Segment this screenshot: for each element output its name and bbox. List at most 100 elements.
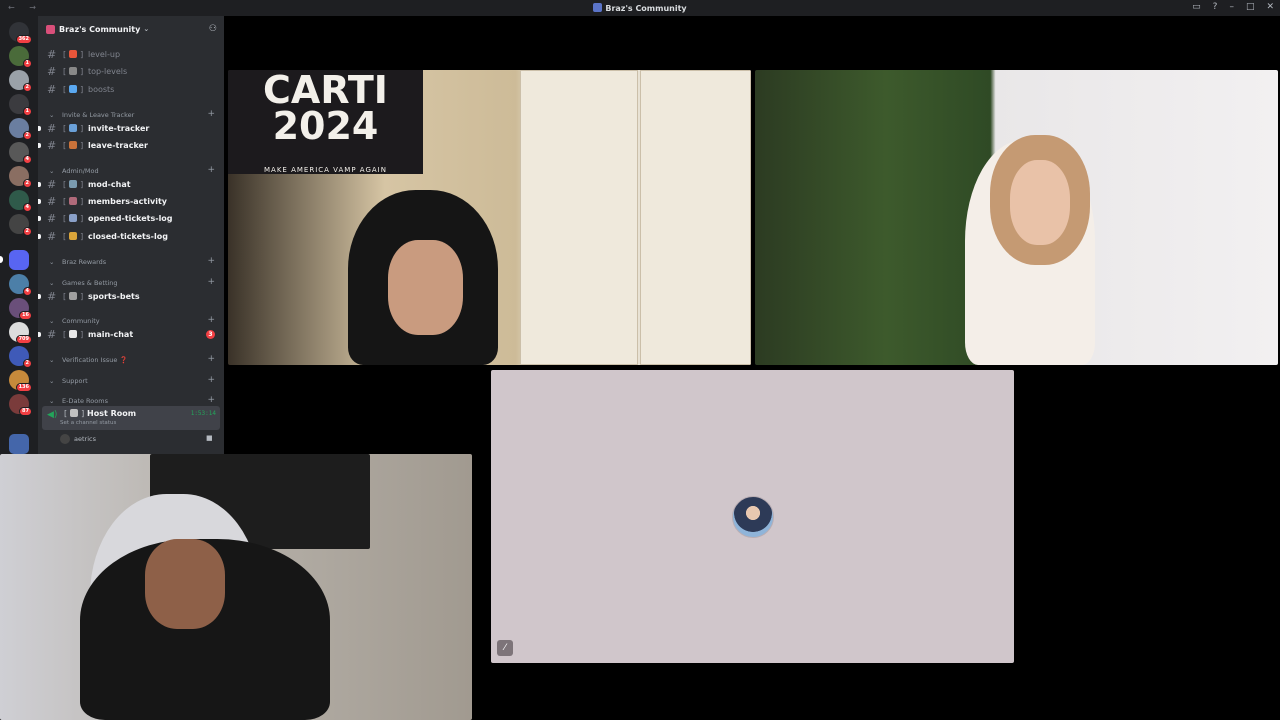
server-icon[interactable]: 1	[9, 46, 32, 68]
hashtag-icon: #	[47, 195, 57, 208]
voice-member[interactable]: aetrics ■	[60, 434, 213, 444]
server-icon[interactable]: 709	[9, 322, 32, 344]
server-icon[interactable]: 4	[9, 142, 32, 164]
hashtag-icon: #	[47, 290, 57, 303]
lightning-icon	[69, 50, 78, 58]
unread-indicator	[38, 199, 41, 204]
avatar	[60, 434, 70, 444]
add-channel-icon[interactable]: +	[207, 256, 215, 266]
inbox-icon[interactable]: ▭	[1192, 2, 1201, 12]
channel-sports-bets[interactable]: # [] sports-bets	[38, 288, 224, 305]
video-tile-2[interactable]	[755, 70, 1278, 365]
help-icon[interactable]: ?	[1213, 2, 1218, 12]
home-button[interactable]: 362	[9, 22, 32, 44]
add-channel-icon[interactable]: +	[207, 109, 215, 119]
channel-label: level-up	[88, 50, 121, 59]
channel-mod-chat[interactable]: # [] mod-chat	[38, 176, 224, 193]
category-label: Community	[62, 317, 100, 325]
gem-icon	[69, 85, 78, 93]
channel-main-chat[interactable]: # [] main-chat 3	[38, 326, 224, 343]
server-icon[interactable]	[9, 434, 29, 454]
server-icon[interactable]: 2	[9, 166, 32, 188]
unread-badge: 2	[22, 359, 32, 368]
add-channel-icon[interactable]: +	[207, 315, 215, 325]
channel-label: closed-tickets-log	[88, 232, 168, 241]
channel-top-levels[interactable]: # [] top-levels	[38, 63, 224, 80]
channel-label: main-chat	[88, 330, 134, 339]
caret-icon: ⌄	[49, 317, 55, 325]
channel-invite-tracker[interactable]: # [] invite-tracker	[38, 120, 224, 137]
add-channel-icon[interactable]: +	[207, 375, 215, 385]
server-icon[interactable]: 1	[9, 94, 32, 116]
channel-prefix: []	[63, 330, 84, 339]
door	[520, 70, 638, 365]
video-tile-1[interactable]: CARTI 2024 MAKE AMERICA VAMP AGAIN	[228, 70, 751, 365]
channel-opened-tickets-log[interactable]: # [] opened-tickets-log	[38, 210, 224, 227]
maximize-icon[interactable]: □	[1246, 2, 1255, 12]
unread-badge: 136	[15, 383, 32, 392]
person-icon	[69, 180, 78, 188]
hashtag-icon: #	[47, 328, 57, 341]
video-tile-4[interactable]: ⁄	[491, 370, 1014, 663]
channel-leave-tracker[interactable]: # [] leave-tracker	[38, 137, 224, 154]
server-name: Braz's Community	[59, 24, 141, 34]
server-icon[interactable]: 4	[9, 274, 32, 296]
caret-icon: ⌄	[49, 356, 55, 364]
channel-boosts[interactable]: # [] boosts	[38, 81, 224, 98]
channel-members-activity[interactable]: # [] members-activity	[38, 193, 224, 210]
unread-badge: 16	[19, 311, 32, 320]
door	[640, 70, 751, 365]
add-channel-icon[interactable]: +	[207, 277, 215, 287]
channel-closed-tickets-log[interactable]: # [] closed-tickets-log	[38, 228, 224, 245]
unread-indicator	[38, 216, 41, 221]
face	[1010, 160, 1070, 245]
category-verification[interactable]: ⌄ Verification Issue ❓ +	[38, 353, 224, 367]
close-icon[interactable]: ✕	[1266, 2, 1274, 12]
category-label: Verification Issue ❓	[62, 356, 128, 364]
channel-prefix: []	[63, 50, 84, 59]
server-icon[interactable]: 87	[9, 394, 32, 416]
category-braz-rewards[interactable]: ⌄ Braz Rewards +	[38, 255, 224, 269]
channel-prefix: []	[63, 180, 84, 189]
channel-label: leave-tracker	[88, 141, 148, 150]
minimize-icon[interactable]: –	[1229, 2, 1234, 12]
camera-icon: ■	[206, 434, 213, 442]
face	[388, 240, 463, 335]
channel-status-hint[interactable]: Set a channel status	[60, 420, 116, 426]
channel-label: sports-bets	[88, 292, 140, 301]
hashtag-icon: #	[47, 65, 57, 78]
unread-badge: 4	[22, 203, 32, 212]
add-channel-icon[interactable]: +	[207, 395, 215, 405]
mic-muted-icon: ⁄	[497, 640, 513, 656]
add-channel-icon[interactable]: +	[207, 165, 215, 175]
server-icon[interactable]: 136	[9, 370, 32, 392]
add-channel-icon[interactable]: +	[207, 354, 215, 364]
server-icon[interactable]: 2	[9, 70, 32, 92]
voice-channel-host-room[interactable]: ◀) [] Host Room Set a channel status 1:5…	[42, 406, 220, 430]
unread-indicator	[38, 294, 41, 299]
unread-badge: 87	[19, 407, 32, 416]
channel-sidebar: Braz's Community ⌄ ⚇ # [] level-up # [] …	[38, 16, 224, 454]
server-icon[interactable]: 2	[9, 118, 32, 140]
server-header[interactable]: Braz's Community ⌄ ⚇	[38, 16, 224, 42]
server-folder-icon[interactable]	[9, 250, 29, 270]
server-icon[interactable]: 4	[9, 190, 32, 212]
unread-badge: 2	[22, 227, 32, 236]
channel-label: invite-tracker	[88, 124, 150, 133]
category-label: Games & Betting	[62, 279, 118, 287]
caret-icon: ⌄	[49, 167, 55, 175]
magnifier-icon	[69, 124, 78, 132]
video-tile-3[interactable]	[0, 454, 472, 720]
server-icon[interactable]: 2	[9, 346, 32, 368]
invite-people-icon[interactable]: ⚇	[209, 24, 217, 34]
speech-bubble-icon	[69, 330, 78, 338]
banner-line-2: 2024	[272, 104, 379, 148]
server-icon[interactable]: 16	[9, 298, 32, 320]
hashtag-icon: #	[47, 230, 57, 243]
category-label: Invite & Leave Tracker	[62, 111, 135, 119]
selected-indicator	[0, 256, 3, 263]
category-support[interactable]: ⌄ Support +	[38, 374, 224, 388]
server-logo-icon	[46, 24, 55, 34]
channel-level-up[interactable]: # [] level-up	[38, 46, 224, 63]
server-icon[interactable]: 2	[9, 214, 32, 236]
